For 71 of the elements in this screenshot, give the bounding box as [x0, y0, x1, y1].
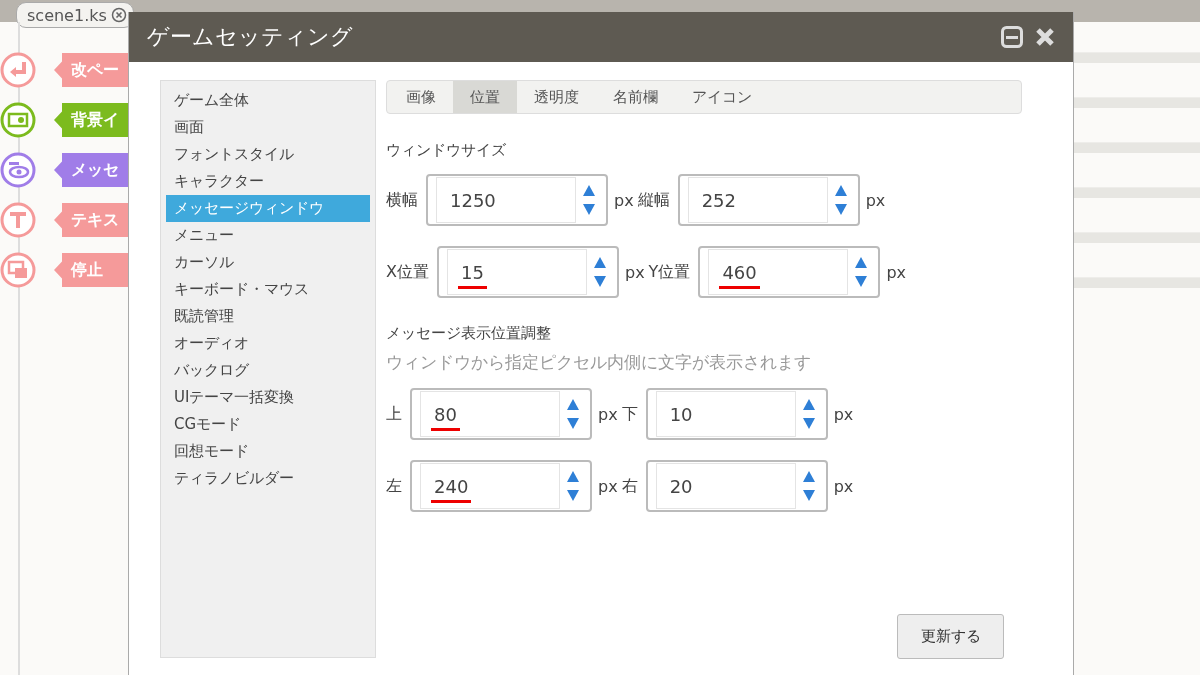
section-heading: メッセージ表示位置調整: [386, 324, 552, 343]
number-field[interactable]: 1250: [426, 174, 608, 226]
tab[interactable]: 画像: [389, 81, 453, 113]
tab[interactable]: 透明度: [517, 81, 596, 113]
update-button[interactable]: 更新する: [897, 614, 1004, 659]
down-arrow-icon[interactable]: [567, 418, 579, 429]
field-label: 下: [621, 403, 638, 425]
unit-label: px: [598, 476, 618, 496]
close-icon[interactable]: [110, 7, 127, 23]
number-field[interactable]: 20: [645, 460, 828, 512]
down-arrow-icon[interactable]: [593, 276, 606, 287]
field-label: 縦幅: [637, 189, 670, 211]
windows-icon[interactable]: [0, 252, 36, 288]
eye-icon[interactable]: [0, 152, 36, 188]
up-arrow-icon[interactable]: [567, 399, 579, 410]
minimize-icon[interactable]: [1001, 26, 1023, 48]
unit-label: px: [833, 476, 854, 496]
hint-text: ウィンドウから指定ピクセル内側に文字が表示されます: [386, 351, 812, 374]
down-arrow-icon[interactable]: [567, 490, 579, 501]
sidebar-item[interactable]: 既読管理: [166, 303, 370, 330]
up-arrow-icon[interactable]: [834, 185, 847, 196]
unit-label: px: [614, 190, 634, 210]
sidebar-item[interactable]: 画面: [166, 114, 370, 141]
sidebar-item[interactable]: カーソル: [166, 249, 370, 276]
sidebar-item[interactable]: キャラクター: [166, 168, 370, 195]
up-arrow-icon[interactable]: [802, 399, 815, 410]
unit-label: px: [833, 404, 854, 424]
unit-label: px: [886, 262, 906, 282]
letter-t-icon[interactable]: [0, 202, 36, 238]
sidebar-item[interactable]: 回想モード: [166, 438, 370, 465]
unit-label: px: [624, 262, 645, 282]
up-arrow-icon[interactable]: [567, 471, 579, 482]
section-heading: ウィンドウサイズ: [386, 141, 507, 160]
field-label: 上: [386, 403, 402, 425]
sidebar-item[interactable]: CGモード: [166, 411, 370, 438]
sidebar-item[interactable]: UIテーマ一括変換: [166, 384, 370, 411]
field-label: 左: [386, 475, 402, 497]
number-field[interactable]: 80: [410, 388, 592, 440]
number-field[interactable]: 10: [645, 388, 828, 440]
up-arrow-icon[interactable]: [802, 471, 815, 482]
field-label: Y位置: [648, 261, 691, 283]
tab[interactable]: アイコン: [675, 81, 769, 113]
tab[interactable]: 位置: [453, 81, 517, 113]
sidebar-item[interactable]: オーディオ: [166, 330, 370, 357]
field-label: 横幅: [386, 189, 418, 211]
number-field[interactable]: 15: [436, 246, 619, 298]
down-arrow-icon[interactable]: [802, 490, 815, 501]
field-label: 右: [621, 475, 638, 497]
number-field[interactable]: 460: [698, 246, 881, 298]
up-arrow-icon[interactable]: [583, 185, 595, 196]
dialog-title: ゲームセッティング: [147, 23, 354, 51]
up-arrow-icon[interactable]: [593, 257, 606, 268]
unit-label: px: [598, 404, 618, 424]
sidebar-item[interactable]: バックログ: [166, 357, 370, 384]
down-arrow-icon[interactable]: [834, 204, 847, 215]
down-arrow-icon[interactable]: [855, 276, 868, 287]
sidebar-item[interactable]: ゲーム全体: [166, 87, 370, 114]
sidebar-item[interactable]: キーボード・マウス: [166, 276, 370, 303]
sidebar-item[interactable]: フォントスタイル: [166, 141, 370, 168]
down-arrow-icon[interactable]: [802, 418, 815, 429]
number-field[interactable]: 252: [677, 174, 860, 226]
sidebar-item[interactable]: ティラノビルダー: [166, 465, 370, 492]
picture-icon[interactable]: [0, 102, 36, 138]
sidebar-item[interactable]: メニュー: [166, 222, 370, 249]
field-label: X位置: [386, 261, 429, 283]
down-arrow-icon[interactable]: [583, 204, 595, 215]
number-field[interactable]: 240: [410, 460, 592, 512]
up-arrow-icon[interactable]: [855, 257, 868, 268]
tab[interactable]: 名前欄: [596, 81, 675, 113]
file-tab[interactable]: scene1.ks: [16, 2, 134, 28]
unit-label: px: [865, 190, 886, 210]
